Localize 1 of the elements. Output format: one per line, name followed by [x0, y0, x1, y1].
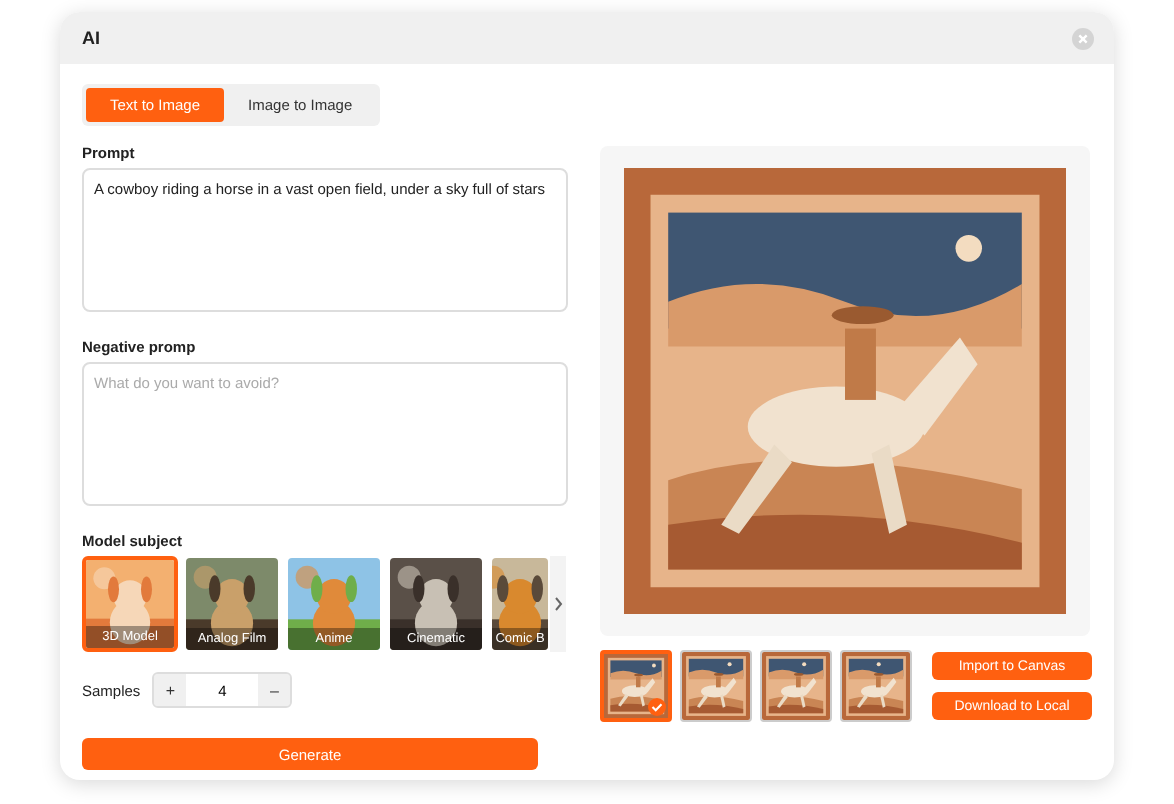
window-title: AI — [82, 28, 100, 48]
